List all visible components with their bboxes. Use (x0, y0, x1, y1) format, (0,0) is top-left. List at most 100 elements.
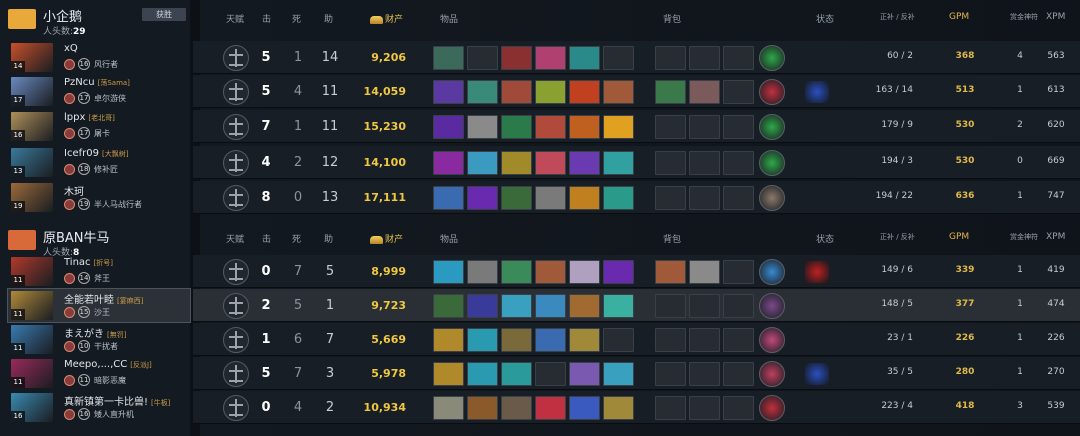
item-slot[interactable] (569, 186, 600, 210)
neutral-item-icon[interactable] (759, 361, 785, 387)
item-slot[interactable] (535, 328, 566, 352)
item-slot[interactable] (433, 46, 464, 70)
backpack-slot[interactable] (723, 115, 754, 139)
backpack-slot[interactable] (655, 294, 686, 318)
item-slot[interactable] (603, 115, 634, 139)
backpack-slot[interactable] (723, 186, 754, 210)
backpack-slot[interactable] (723, 328, 754, 352)
item-slot[interactable] (433, 151, 464, 175)
backpack-slot[interactable] (655, 80, 686, 104)
item-slot[interactable] (501, 186, 532, 210)
item-slot[interactable] (569, 362, 600, 386)
item-slot[interactable] (603, 396, 634, 420)
item-slot[interactable] (467, 396, 498, 420)
neutral-item-icon[interactable] (759, 327, 785, 353)
neutral-item-icon[interactable] (759, 259, 785, 285)
item-slot[interactable] (467, 328, 498, 352)
item-slot[interactable] (569, 151, 600, 175)
backpack-slot[interactable] (689, 396, 720, 420)
item-slot[interactable] (569, 396, 600, 420)
item-slot[interactable] (433, 396, 464, 420)
item-slot[interactable] (603, 328, 634, 352)
player-row[interactable]: 19 木珂 19 半人马战行者 (8, 181, 190, 214)
item-slot[interactable] (501, 362, 532, 386)
item-slot[interactable] (535, 396, 566, 420)
talent-tree-icon[interactable] (223, 327, 249, 353)
backpack-slot[interactable] (655, 260, 686, 284)
talent-tree-icon[interactable] (223, 361, 249, 387)
player-row[interactable]: 16 lppx [老北哥] 17 屠卡 (8, 110, 190, 143)
item-slot[interactable] (433, 328, 464, 352)
item-slot[interactable] (433, 260, 464, 284)
backpack-slot[interactable] (655, 115, 686, 139)
item-slot[interactable] (603, 294, 634, 318)
backpack-slot[interactable] (689, 151, 720, 175)
backpack-slot[interactable] (723, 396, 754, 420)
item-slot[interactable] (433, 186, 464, 210)
neutral-item-icon[interactable] (759, 45, 785, 71)
backpack-slot[interactable] (689, 46, 720, 70)
item-slot[interactable] (467, 260, 498, 284)
talent-tree-icon[interactable] (223, 185, 249, 211)
backpack-slot[interactable] (689, 328, 720, 352)
item-slot[interactable] (467, 115, 498, 139)
neutral-item-icon[interactable] (759, 79, 785, 105)
talent-tree-icon[interactable] (223, 79, 249, 105)
item-slot[interactable] (535, 80, 566, 104)
item-slot[interactable] (535, 294, 566, 318)
backpack-slot[interactable] (655, 328, 686, 352)
neutral-item-icon[interactable] (759, 395, 785, 421)
talent-tree-icon[interactable] (223, 45, 249, 71)
item-slot[interactable] (535, 151, 566, 175)
neutral-item-icon[interactable] (759, 114, 785, 140)
talent-tree-icon[interactable] (223, 395, 249, 421)
backpack-slot[interactable] (689, 80, 720, 104)
item-slot[interactable] (501, 115, 532, 139)
backpack-slot[interactable] (723, 260, 754, 284)
item-slot[interactable] (433, 294, 464, 318)
backpack-slot[interactable] (655, 46, 686, 70)
talent-tree-icon[interactable] (223, 293, 249, 319)
talent-tree-icon[interactable] (223, 259, 249, 285)
backpack-slot[interactable] (655, 362, 686, 386)
backpack-slot[interactable] (689, 186, 720, 210)
neutral-item-icon[interactable] (759, 185, 785, 211)
item-slot[interactable] (535, 115, 566, 139)
player-row[interactable]: 11 Tinac [折号] 14 斧王 (8, 255, 190, 288)
player-row[interactable]: 11 まえがき [無罚] 10 干扰者 (8, 323, 190, 356)
item-slot[interactable] (467, 151, 498, 175)
player-row[interactable]: 11 全能若叶睦 [宴麻西] 15 沙王 (7, 288, 191, 323)
player-row[interactable]: 11 Meepo,...,CC [反派J] 11 暗影恶魔 (8, 357, 190, 390)
item-slot[interactable] (501, 80, 532, 104)
backpack-slot[interactable] (689, 260, 720, 284)
backpack-slot[interactable] (689, 115, 720, 139)
item-slot[interactable] (433, 115, 464, 139)
item-slot[interactable] (603, 151, 634, 175)
player-row[interactable]: 16 真新镇第一卡比兽! [牛板] 16 矮人直升机 (8, 391, 190, 424)
item-slot[interactable] (569, 328, 600, 352)
item-slot[interactable] (501, 396, 532, 420)
item-slot[interactable] (603, 46, 634, 70)
item-slot[interactable] (535, 362, 566, 386)
backpack-slot[interactable] (689, 294, 720, 318)
item-slot[interactable] (501, 151, 532, 175)
item-slot[interactable] (535, 46, 566, 70)
item-slot[interactable] (535, 186, 566, 210)
item-slot[interactable] (569, 260, 600, 284)
item-slot[interactable] (603, 80, 634, 104)
item-slot[interactable] (603, 186, 634, 210)
talent-tree-icon[interactable] (223, 114, 249, 140)
item-slot[interactable] (569, 46, 600, 70)
item-slot[interactable] (467, 46, 498, 70)
item-slot[interactable] (603, 362, 634, 386)
talent-tree-icon[interactable] (223, 150, 249, 176)
backpack-slot[interactable] (689, 362, 720, 386)
item-slot[interactable] (433, 362, 464, 386)
player-row[interactable]: 14 xQ 16 风行者 (8, 41, 190, 74)
player-row[interactable]: 17 PzNcu [荡Sama] 17 卓尔游侠 (8, 75, 190, 108)
item-slot[interactable] (467, 362, 498, 386)
item-slot[interactable] (535, 260, 566, 284)
backpack-slot[interactable] (655, 186, 686, 210)
item-slot[interactable] (501, 260, 532, 284)
item-slot[interactable] (467, 294, 498, 318)
